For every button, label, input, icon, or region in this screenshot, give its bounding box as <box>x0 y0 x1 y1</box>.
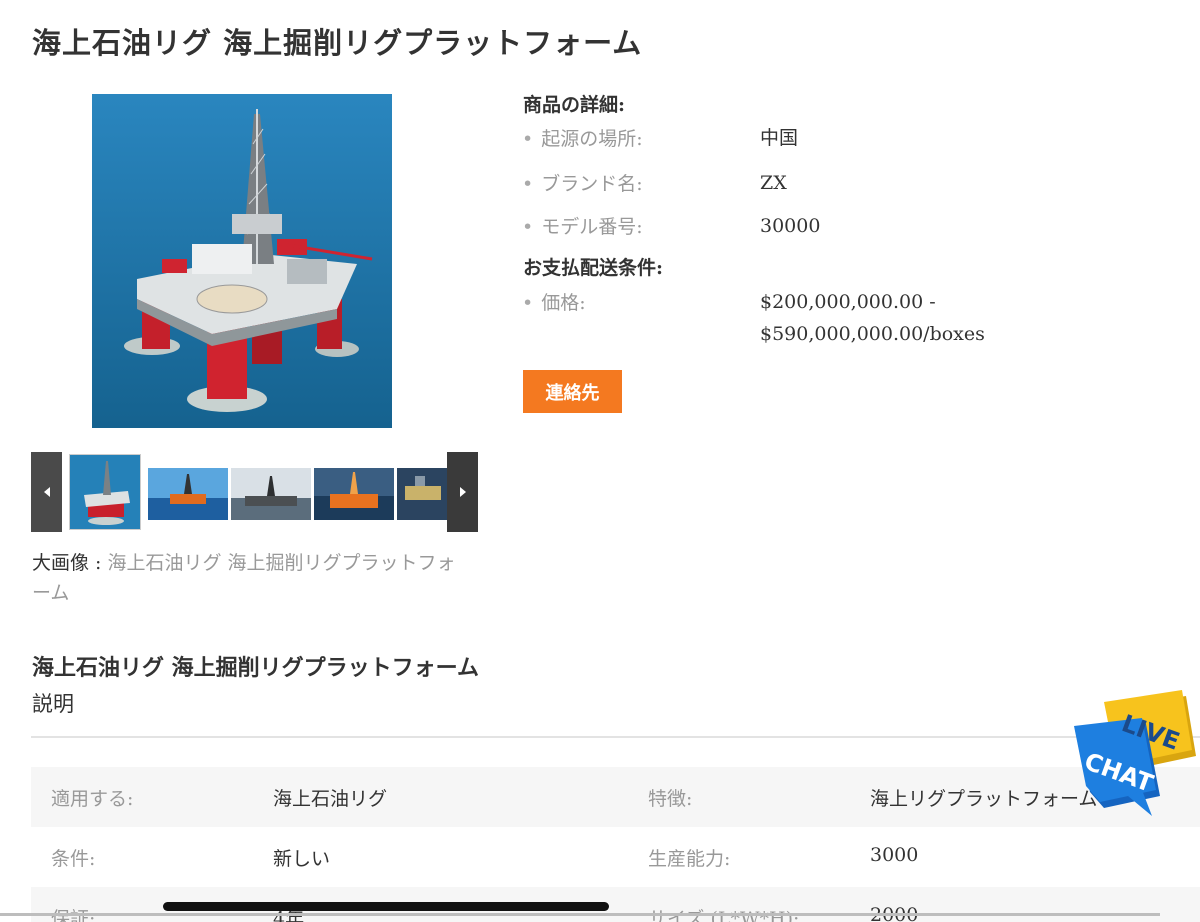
table-row: 条件: 新しい 生産能力: 3000 <box>31 827 1200 887</box>
contact-button[interactable]: 連絡先 <box>523 370 622 413</box>
spec-value: 3000 <box>870 844 919 866</box>
spec-key: 条件: <box>51 848 96 870</box>
spec-key: 生産能力: <box>648 848 731 870</box>
divider <box>31 736 1200 738</box>
thumbnail-prev-button[interactable] <box>31 452 62 532</box>
thumbnail-1[interactable] <box>69 454 141 530</box>
description-subtitle: 説明 <box>32 692 74 716</box>
spec-value: 海上リグプラットフォーム <box>870 788 1098 810</box>
thumbnail-3[interactable] <box>231 468 311 520</box>
detail-label: 起源の場所: <box>522 124 642 151</box>
caret-right-icon <box>459 487 466 497</box>
caret-left-icon <box>43 487 50 497</box>
detail-value: 30000 <box>760 215 821 237</box>
price-range-max: $590,000,000.00/boxes <box>760 323 985 345</box>
spec-value: 新しい <box>273 848 331 870</box>
spec-table: 適用する: 海上石油リグ 特徴: 海上リグプラットフォーム 条件: 新しい 生産… <box>31 767 1200 922</box>
thumbnail-carousel <box>31 452 478 532</box>
large-image-label: 大画像 : <box>32 552 108 574</box>
spec-value: 海上石油リグ <box>273 788 388 810</box>
detail-value: ZX <box>760 172 787 194</box>
thumbnail-5[interactable] <box>397 468 447 520</box>
main-product-image[interactable] <box>92 94 392 428</box>
description-title: 海上石油リグ 海上掘削リグプラットフォーム <box>32 655 480 681</box>
thumbnail-next-button[interactable] <box>447 452 478 532</box>
spec-key: 特徴: <box>648 788 693 810</box>
detail-value: 中国 <box>760 127 799 149</box>
page-bottom-edge <box>0 913 1160 916</box>
payment-heading: お支払配送条件: <box>523 257 664 279</box>
table-row: 適用する: 海上石油リグ 特徴: 海上リグプラットフォーム <box>31 767 1200 827</box>
detail-label: モデル番号: <box>522 212 642 239</box>
detail-label: 価格: <box>522 288 585 315</box>
thumbnail-4[interactable] <box>314 468 394 520</box>
home-indicator[interactable] <box>163 902 609 911</box>
large-image-caption: 大画像 : 海上石油リグ 海上掘削リグプラットフォーム <box>32 548 472 608</box>
spec-key: 適用する: <box>51 788 134 810</box>
thumbnail-2[interactable] <box>148 468 228 520</box>
detail-label: ブランド名: <box>522 169 642 196</box>
live-chat-button[interactable]: LIVE CHAT <box>1068 688 1200 828</box>
price-range-min: $200,000,000.00 - <box>760 291 936 313</box>
product-details-heading: 商品の詳細: <box>523 94 626 116</box>
page-title: 海上石油リグ 海上掘削リグプラットフォーム <box>32 26 643 60</box>
